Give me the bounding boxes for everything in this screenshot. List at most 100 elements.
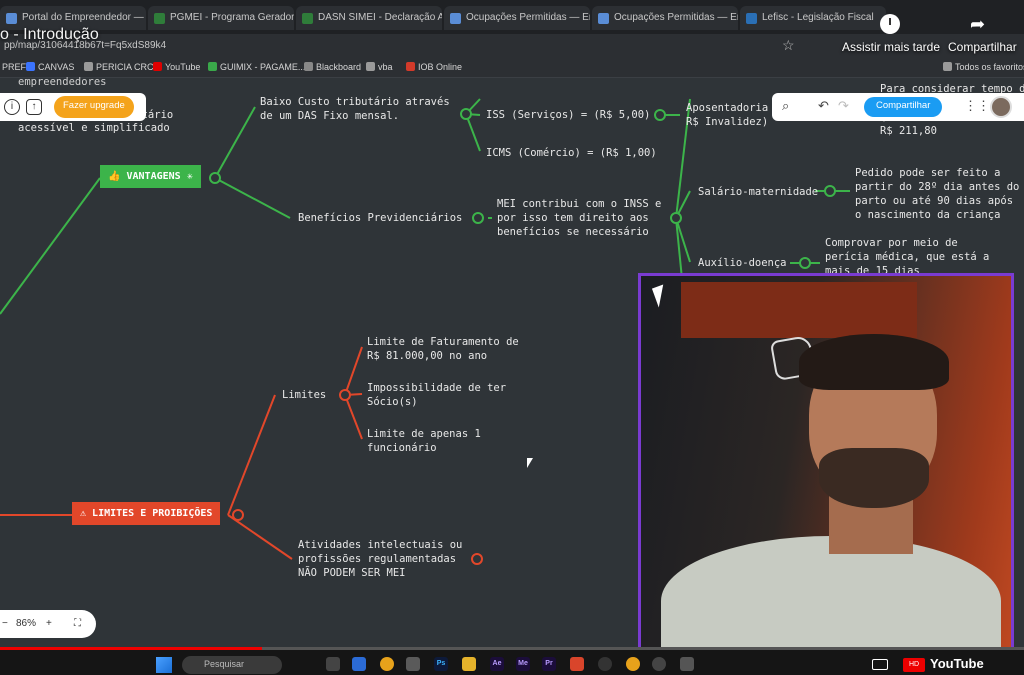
node-auxilio-desc[interactable]: Comprovar por meio de perícia médica, qu… bbox=[825, 236, 989, 278]
webcam-person-shirt bbox=[661, 536, 1001, 654]
after-effects-icon[interactable]: Ae bbox=[490, 657, 504, 671]
video-progress-fill bbox=[0, 647, 262, 650]
node-mei-contribui[interactable]: MEI contribui com o INSS e por isso tem … bbox=[497, 197, 661, 239]
node-maternidade-desc[interactable]: Pedido pode ser feito a partir do 28º di… bbox=[855, 166, 1019, 222]
windows-start-icon[interactable] bbox=[156, 657, 172, 673]
avatar[interactable] bbox=[990, 96, 1012, 118]
folder-icon[interactable] bbox=[462, 657, 476, 671]
browser-tab-strip: Portal do Empreendedor — En PGMEI - Prog… bbox=[0, 0, 1024, 34]
search-icon[interactable]: ⌕ bbox=[782, 98, 789, 114]
bookmark-label: YouTube bbox=[165, 62, 201, 72]
bookmark-item[interactable]: vba bbox=[366, 62, 393, 72]
node-auxilio-doenca[interactable]: Auxílio-doença bbox=[698, 256, 787, 270]
node-iss[interactable]: ISS (Serviços) = (R$ 5,00) bbox=[486, 108, 650, 122]
taskbar-app-icon[interactable] bbox=[352, 657, 366, 671]
mindmap-left-toolbar: i ↑ Fazer upgrade bbox=[0, 93, 146, 121]
tab-label: Portal do Empreendedor — En bbox=[22, 12, 146, 23]
mindmap-right-toolbar: ⌕ ↶ ↷ Compartilhar ⋮⋮ bbox=[772, 93, 1024, 121]
bookmark-label: CANVAS bbox=[38, 62, 75, 72]
node-baixo-custo[interactable]: Baixo Custo tributário através de um DAS… bbox=[260, 95, 450, 123]
tab-favicon-icon bbox=[450, 13, 461, 24]
guimix-icon bbox=[208, 62, 217, 71]
bookmark-label: vba bbox=[378, 62, 393, 72]
tab-label: Ocupações Permitidas — Emp bbox=[614, 12, 738, 23]
bookmark-item[interactable]: YouTube bbox=[153, 62, 200, 72]
browser-tab[interactable]: Ocupações Permitidas — Emp bbox=[444, 6, 590, 30]
cut-text-top: empreendedores bbox=[18, 76, 107, 88]
zoom-in-button[interactable]: + bbox=[46, 618, 52, 629]
media-encoder-icon[interactable]: Me bbox=[516, 657, 530, 671]
video-controls-bar bbox=[0, 647, 1024, 675]
taskbar-app-icon[interactable] bbox=[680, 657, 694, 671]
tab-favicon-icon bbox=[746, 13, 757, 24]
premiere-icon[interactable]: Pr bbox=[542, 657, 556, 671]
redo-icon[interactable]: ↷ bbox=[838, 98, 849, 114]
bookmark-item[interactable]: IOB Online bbox=[406, 62, 462, 72]
node-icms[interactable]: ICMS (Comércio) = (R$ 1,00) bbox=[486, 146, 657, 160]
sparkle-icon: ✳ bbox=[180, 171, 193, 182]
webcam-overlay bbox=[638, 273, 1014, 657]
browser-tab[interactable]: Lefisc - Legislação Fiscal bbox=[740, 6, 886, 30]
settings-hd-badge[interactable]: HD bbox=[903, 658, 925, 672]
figma-icon[interactable] bbox=[570, 657, 584, 671]
bookmark-item[interactable]: PREF bbox=[2, 62, 26, 72]
folder-icon bbox=[366, 62, 375, 71]
taskbar-app-icon[interactable] bbox=[652, 657, 666, 671]
bookmark-item[interactable]: GUIMIX - PAGAME... bbox=[208, 62, 305, 72]
apps-grid-icon[interactable]: ⋮⋮ bbox=[964, 98, 990, 114]
tab-label: Lefisc - Legislação Fiscal bbox=[762, 12, 874, 23]
node-limites[interactable]: Limites bbox=[282, 388, 326, 402]
share-arrow-icon[interactable]: ➦ bbox=[970, 14, 985, 35]
webcam-person-hair bbox=[799, 334, 949, 390]
video-progress-bar[interactable] bbox=[0, 647, 1024, 650]
node-aposentadoria[interactable]: Aposentadoria R$ Invalidez) bbox=[686, 101, 768, 129]
node-limite-faturamento[interactable]: Limite de Faturamento de R$ 81.000,00 no… bbox=[367, 335, 519, 363]
node-limite-funcionario[interactable]: Limite de apenas 1 funcionário bbox=[367, 427, 481, 455]
bookmark-label: IOB Online bbox=[418, 62, 463, 72]
taskbar-search[interactable]: Pesquisar bbox=[182, 656, 282, 674]
node-beneficios[interactable]: Benefícios Previdenciários bbox=[298, 211, 462, 225]
fit-screen-icon[interactable]: ⛶ bbox=[74, 618, 81, 629]
webcam-shelf bbox=[681, 282, 917, 338]
photoshop-icon[interactable]: Ps bbox=[434, 657, 448, 671]
bookmark-item[interactable]: CANVAS bbox=[26, 62, 74, 72]
youtube-icon bbox=[153, 62, 162, 71]
browser-tab[interactable]: Ocupações Permitidas — Emp bbox=[592, 6, 738, 30]
browser-tab[interactable]: DASN SIMEI - Declaração Anu bbox=[296, 6, 442, 30]
bookmark-item[interactable]: Blackboard bbox=[304, 62, 361, 72]
share-button[interactable]: Compartilhar bbox=[864, 97, 943, 117]
node-salario-maternidade[interactable]: Salário-maternidade bbox=[698, 185, 818, 199]
webcam-person-beard bbox=[819, 448, 929, 508]
node-label: LIMITES E PROIBIÇÕES bbox=[92, 508, 213, 519]
bookmark-item[interactable]: PERICIA CRC bbox=[84, 62, 154, 72]
upgrade-button[interactable]: Fazer upgrade bbox=[54, 96, 134, 118]
node-impossibilidade-socio[interactable]: Impossibilidade de ter Sócio(s) bbox=[367, 381, 506, 409]
info-icon[interactable]: i bbox=[4, 99, 20, 115]
captions-icon[interactable] bbox=[872, 659, 888, 670]
undo-icon[interactable]: ↶ bbox=[818, 98, 829, 114]
zoom-out-button[interactable]: − bbox=[2, 618, 8, 629]
chrome-icon[interactable] bbox=[626, 657, 640, 671]
tab-favicon-icon bbox=[598, 13, 609, 24]
taskbar-search-label: Pesquisar bbox=[204, 659, 245, 669]
taskbar-app-icon[interactable] bbox=[326, 657, 340, 671]
youtube-logo[interactable]: YouTube bbox=[930, 656, 984, 671]
node-limites-proibicoes[interactable]: ⚠ LIMITES E PROIBIÇÕES bbox=[72, 502, 221, 525]
zoom-level: 86% bbox=[16, 618, 37, 629]
node-atividades[interactable]: Atividades intelectuais ou profissões re… bbox=[298, 538, 462, 580]
bookmark-item[interactable]: Todos os favoritos bbox=[943, 62, 1024, 72]
taskbar-app-icon[interactable] bbox=[598, 657, 612, 671]
screen: Portal do Empreendedor — En PGMEI - Prog… bbox=[0, 0, 1024, 675]
bookmark-star-icon[interactable]: ☆ bbox=[782, 37, 795, 54]
watch-later-button[interactable]: Assistir mais tarde bbox=[842, 40, 940, 54]
cloud-upload-icon[interactable]: ↑ bbox=[26, 99, 42, 115]
watch-later-icon[interactable] bbox=[880, 14, 900, 34]
tab-favicon-icon bbox=[154, 13, 165, 24]
tab-favicon-icon bbox=[6, 13, 17, 24]
taskbar-app-icon[interactable] bbox=[406, 657, 420, 671]
bookmark-label: Blackboard bbox=[316, 62, 362, 72]
video-share-button[interactable]: Compartilhar bbox=[948, 40, 1017, 54]
node-vantagens[interactable]: 👍 VANTAGENS ✳ bbox=[100, 165, 201, 188]
chrome-icon[interactable] bbox=[380, 657, 394, 671]
browser-tab[interactable]: PGMEI - Programa Gerador do bbox=[148, 6, 294, 30]
